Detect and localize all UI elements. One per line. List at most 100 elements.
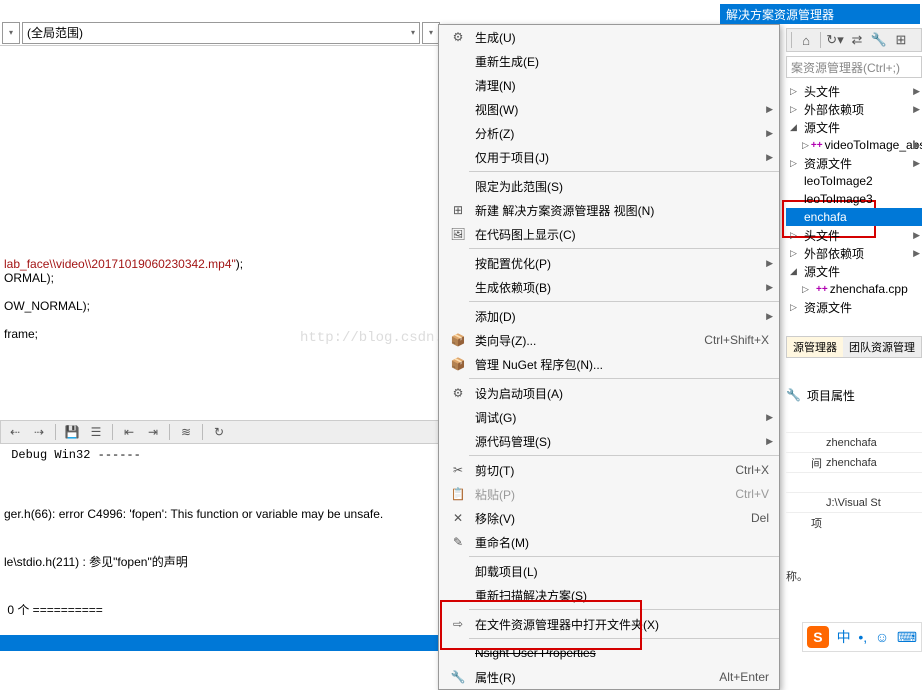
chevron-down-icon: ▾ [411, 28, 415, 37]
menu-item[interactable]: ✂剪切(T)Ctrl+X [439, 458, 779, 482]
expand-icon[interactable]: ▷ [790, 302, 802, 313]
tree-node[interactable]: leoToImage3 [786, 190, 922, 208]
properties-grid[interactable]: zhenchafa间zhenchafa J:\Visual St项 [786, 432, 922, 532]
submenu-arrow-icon: ▶ [913, 248, 920, 259]
properties-icon[interactable]: 🔧 [871, 32, 887, 48]
menu-item[interactable]: Nsight User Properties [439, 641, 779, 665]
wrench-icon: 🔧 [786, 388, 801, 402]
indent-right-icon[interactable]: ⇥ [145, 424, 161, 440]
property-row[interactable]: 间zhenchafa [786, 452, 922, 472]
build-output[interactable]: ger.h(66): error C4996: 'fopen': This fu… [0, 472, 440, 636]
menu-item[interactable]: ✕移除(V)Del [439, 506, 779, 530]
properties-desc: 称。 [786, 568, 808, 584]
tree-node[interactable]: leoToImage2 [786, 172, 922, 190]
menu-item[interactable]: 📋粘贴(P)Ctrl+V [439, 482, 779, 506]
menu-item[interactable]: 📦管理 NuGet 程序包(N)... [439, 352, 779, 376]
tab-team-explorer[interactable]: 团队资源管理 [843, 337, 921, 357]
expand-icon[interactable]: ▷ [790, 104, 802, 115]
expand-icon[interactable]: ◢ [790, 266, 802, 277]
menu-item[interactable]: 限定为此范围(S) [439, 174, 779, 198]
home-icon[interactable]: ⌂ [798, 32, 814, 48]
menu-item[interactable]: 卸载项目(L) [439, 559, 779, 583]
nav-fwd-icon[interactable]: ⇢ [31, 424, 47, 440]
menu-item[interactable]: 视图(W)▶ [439, 97, 779, 121]
refresh-icon[interactable]: ⇄ [849, 32, 865, 48]
submenu-arrow-icon: ▶ [766, 282, 773, 293]
tab-solution-explorer[interactable]: 源管理器 [787, 337, 843, 357]
menu-item[interactable]: 按配置优化(P)▶ [439, 251, 779, 275]
expand-icon[interactable]: ▷ [790, 230, 802, 241]
menu-label: 在代码图上显示(C) [471, 226, 773, 243]
solution-tree[interactable]: ▷头文件▶▷外部依赖项▶◢源文件▷++videoToImage_abs▶▷资源文… [786, 82, 922, 316]
property-row[interactable]: 项 [786, 512, 922, 532]
filter-icon[interactable]: ≋ [178, 424, 194, 440]
ime-keyboard-icon[interactable]: ⌨ [897, 629, 917, 646]
expand-icon[interactable]: ▷ [802, 140, 809, 151]
menu-item[interactable]: 调试(G)▶ [439, 405, 779, 429]
menu-item[interactable]: 生成依赖项(B)▶ [439, 275, 779, 299]
tree-node[interactable]: enchafa [786, 208, 922, 226]
expand-icon[interactable]: ▷ [790, 248, 802, 259]
menu-item[interactable]: 分析(Z)▶ [439, 121, 779, 145]
tree-node[interactable]: ◢源文件 [786, 262, 922, 280]
tree-node[interactable]: ▷++videoToImage_abs▶ [786, 136, 922, 154]
save-icon[interactable]: 💾 [64, 424, 80, 440]
tree-label: 资源文件 [804, 299, 852, 316]
menu-label: 限定为此范围(S) [471, 178, 773, 195]
tree-node[interactable]: ▷资源文件▶ [786, 154, 922, 172]
expand-icon[interactable]: ◢ [790, 122, 802, 133]
menu-item[interactable]: 添加(D)▶ [439, 304, 779, 328]
menu-label: 新建 解决方案资源管理器 视图(N) [471, 202, 773, 219]
tree-node[interactable]: ▷资源文件 [786, 298, 922, 316]
menu-item[interactable]: 重新生成(E) [439, 49, 779, 73]
menu-item[interactable]: 🖼在代码图上显示(C) [439, 222, 779, 246]
submenu-arrow-icon: ▶ [766, 412, 773, 423]
tree-node[interactable]: ◢源文件 [786, 118, 922, 136]
menu-label: 粘贴(P) [471, 486, 735, 503]
menu-item[interactable]: ⚙生成(U) [439, 25, 779, 49]
window-drag-bar[interactable] [0, 635, 440, 651]
property-row[interactable] [786, 472, 922, 492]
menu-label: 生成依赖项(B) [471, 279, 773, 296]
menu-item[interactable]: 📦类向导(Z)...Ctrl+Shift+X [439, 328, 779, 352]
menu-item[interactable]: ⇨在文件资源管理器中打开文件夹(X) [439, 612, 779, 636]
property-row[interactable]: zhenchafa [786, 432, 922, 452]
tree-node[interactable]: ▷外部依赖项▶ [786, 244, 922, 262]
submenu-arrow-icon: ▶ [766, 152, 773, 163]
list-icon[interactable]: ☰ [88, 424, 104, 440]
nav-back-icon[interactable]: ⇠ [7, 424, 23, 440]
menu-item[interactable]: 重新扫描解决方案(S) [439, 583, 779, 607]
ime-emoji-icon[interactable]: ☺ [875, 629, 889, 645]
property-row[interactable]: J:\Visual St [786, 492, 922, 512]
menu-item[interactable]: ✎重命名(M) [439, 530, 779, 554]
solution-search-input[interactable]: 案资源管理器(Ctrl+;) [786, 56, 922, 78]
expand-icon[interactable]: ▷ [790, 86, 802, 97]
expand-icon[interactable]: ▷ [790, 158, 802, 169]
show-all-icon[interactable]: ⊞ [893, 32, 909, 48]
tree-label: 外部依赖项 [804, 101, 864, 118]
debug-config-line: Debug Win32 ------ [0, 448, 440, 462]
sync-icon[interactable]: ↻▾ [827, 32, 843, 48]
ime-bar[interactable]: S 中 •, ☺ ⌨ [802, 622, 922, 652]
indent-left-icon[interactable]: ⇤ [121, 424, 137, 440]
menu-item[interactable]: 🔧属性(R)Alt+Enter [439, 665, 779, 689]
tree-node[interactable]: ▷外部依赖项▶ [786, 100, 922, 118]
menu-label: 在文件资源管理器中打开文件夹(X) [471, 616, 773, 633]
scope-left-dropdown[interactable]: ▾ [2, 22, 20, 44]
ime-punct-icon[interactable]: •, [858, 629, 867, 645]
menu-item[interactable]: 清理(N) [439, 73, 779, 97]
step-icon[interactable]: ↻ [211, 424, 227, 440]
tree-node[interactable]: ▷头文件▶ [786, 82, 922, 100]
menu-label: 仅用于项目(J) [471, 149, 773, 166]
tree-node[interactable]: ▷头文件▶ [786, 226, 922, 244]
menu-item[interactable]: 源代码管理(S)▶ [439, 429, 779, 453]
menu-item[interactable]: 仅用于项目(J)▶ [439, 145, 779, 169]
submenu-arrow-icon: ▶ [913, 86, 920, 97]
scope-dropdown[interactable]: (全局范围) ▾ [22, 22, 420, 44]
tree-node[interactable]: ▷++zhenchafa.cpp [786, 280, 922, 298]
ime-lang[interactable]: 中 [837, 627, 851, 647]
menu-item[interactable]: ⚙设为启动项目(A) [439, 381, 779, 405]
menu-item[interactable]: ⊞新建 解决方案资源管理器 视图(N) [439, 198, 779, 222]
expand-icon[interactable]: ▷ [802, 284, 814, 295]
menu-shortcut: Alt+Enter [719, 670, 773, 684]
